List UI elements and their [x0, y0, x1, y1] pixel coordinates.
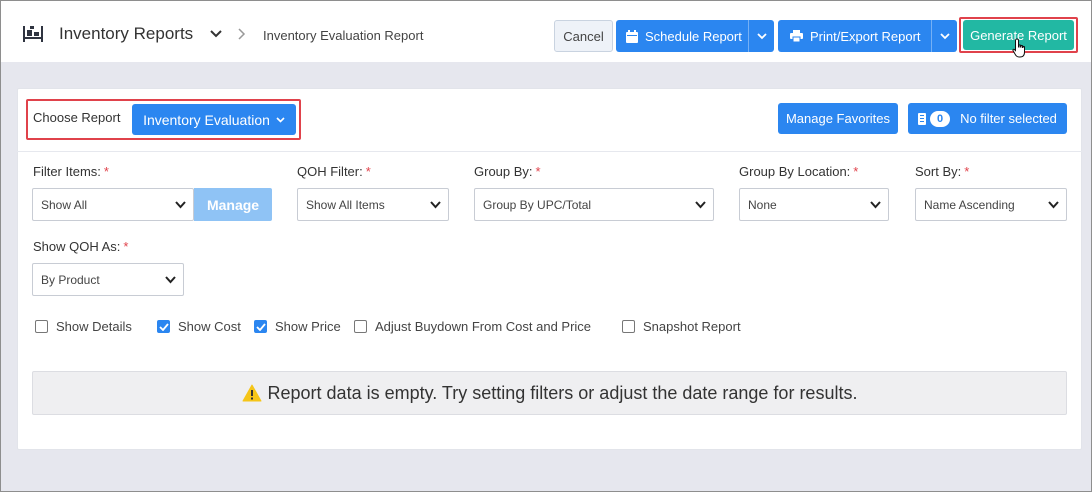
snapshot-report-checkbox[interactable]: Snapshot Report	[622, 319, 741, 334]
inventory-icon	[23, 26, 43, 42]
empty-report-alert: Report data is empty. Try setting filter…	[32, 371, 1067, 415]
checkbox-box[interactable]	[622, 320, 635, 333]
adjust-buydown-label: Adjust Buydown From Cost and Price	[375, 319, 592, 334]
show-details-label: Show Details	[56, 319, 132, 334]
qoh-filter-label: QOH Filter: *	[297, 164, 371, 179]
printer-icon	[790, 30, 803, 42]
page-title: Inventory Reports	[59, 24, 194, 43]
chevron-down-icon[interactable]	[210, 30, 222, 38]
group-by-label: Group By: *	[474, 164, 541, 179]
checkmark-icon	[158, 322, 169, 331]
show-qoh-as-select[interactable]: By Product	[32, 263, 184, 296]
chevron-right-icon	[238, 28, 246, 40]
chevron-down-icon	[939, 32, 950, 39]
checkbox-box[interactable]	[35, 320, 48, 333]
filter-items-select[interactable]: Show All	[32, 188, 194, 221]
checkbox-box[interactable]	[157, 320, 170, 333]
report-select-label: Inventory Evaluation	[143, 111, 270, 128]
chevron-down-icon	[430, 201, 441, 209]
breadcrumb: Inventory Evaluation Report	[263, 28, 424, 43]
alert-message: Report data is empty. Try setting filter…	[267, 382, 858, 403]
manage-button[interactable]: Manage	[194, 188, 272, 221]
show-qoh-as-value: By Product	[41, 272, 100, 287]
show-details-checkbox[interactable]: Show Details	[35, 319, 132, 334]
manage-favorites-button[interactable]: Manage Favorites	[778, 103, 898, 134]
filter-items-value: Show All	[41, 197, 88, 212]
print-export-label: Print/Export Report	[810, 28, 921, 44]
group-by-value: Group By UPC/Total	[483, 197, 592, 212]
warning-icon	[242, 384, 262, 402]
checkmark-icon	[255, 322, 266, 331]
filter-items-label: Filter Items: *	[33, 164, 109, 179]
choose-report-label: Choose Report	[33, 110, 121, 125]
checkbox-box[interactable]	[354, 320, 367, 333]
snapshot-report-label: Snapshot Report	[643, 319, 741, 334]
qoh-filter-value: Show All Items	[306, 197, 385, 212]
filter-icon	[918, 112, 927, 125]
divider	[17, 151, 1082, 152]
filter-count-badge: 0	[930, 110, 951, 127]
show-price-checkbox[interactable]: Show Price	[254, 319, 341, 334]
print-export-button[interactable]: Print/Export Report	[778, 20, 957, 52]
show-cost-label: Show Cost	[178, 319, 241, 334]
hand-cursor-icon	[1012, 38, 1025, 58]
show-price-label: Show Price	[275, 319, 341, 334]
schedule-dropdown-toggle[interactable]	[748, 20, 774, 52]
checkbox-box[interactable]	[254, 320, 267, 333]
show-qoh-as-label: Show QOH As: *	[33, 239, 129, 254]
filter-status-button[interactable]: 0 No filter selected	[908, 103, 1067, 134]
schedule-report-label: Schedule Report	[645, 28, 742, 44]
group-by-select[interactable]: Group By UPC/Total	[474, 188, 714, 221]
show-cost-checkbox[interactable]: Show Cost	[157, 319, 241, 334]
report-select-button[interactable]: Inventory Evaluation	[132, 104, 296, 135]
chevron-down-icon	[695, 201, 706, 209]
chevron-down-icon	[165, 276, 176, 284]
calendar-icon	[626, 29, 638, 43]
sort-by-value: Name Ascending	[924, 197, 1015, 212]
group-by-location-label: Group By Location: *	[739, 164, 859, 179]
sort-by-select[interactable]: Name Ascending	[915, 188, 1067, 221]
print-dropdown-toggle[interactable]	[931, 20, 957, 52]
sort-by-label: Sort By: *	[915, 164, 970, 179]
qoh-filter-select[interactable]: Show All Items	[297, 188, 449, 221]
chevron-down-icon	[870, 201, 881, 209]
chevron-down-icon	[1048, 201, 1059, 209]
filter-status-label: No filter selected	[960, 111, 1057, 126]
cancel-button[interactable]: Cancel	[554, 20, 613, 52]
group-by-location-value: None	[748, 197, 777, 212]
group-by-location-select[interactable]: None	[739, 188, 889, 221]
chevron-down-icon	[756, 32, 767, 39]
adjust-buydown-checkbox[interactable]: Adjust Buydown From Cost and Price	[354, 319, 591, 334]
chevron-down-icon	[175, 201, 186, 209]
schedule-report-button[interactable]: Schedule Report	[616, 20, 774, 52]
chevron-down-icon	[276, 116, 285, 123]
